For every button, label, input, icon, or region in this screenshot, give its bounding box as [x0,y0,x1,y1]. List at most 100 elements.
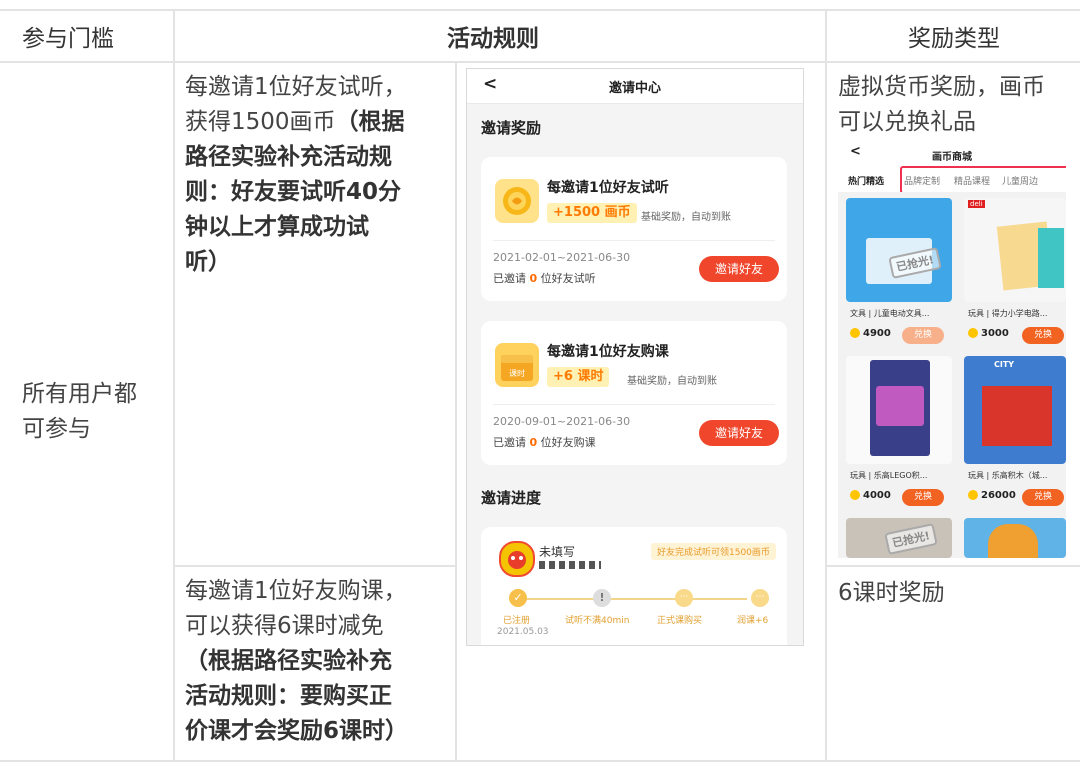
product-price: 3000 [968,328,1009,339]
product-name: 文具 | 儿童电动文具... [850,309,930,318]
card-title: 每邀请1位好友购课 [547,344,669,360]
product-name: 玩具 | 得力小学电路... [968,309,1048,318]
progress-track [517,598,747,600]
col-divider-3 [825,9,827,762]
card-date-range: 2020-09-01~2021-06-30 [493,415,631,428]
tab-hot[interactable]: 热门精选 [848,174,884,187]
coin-icon [850,490,860,500]
redeem-button[interactable]: 兑换 [1022,327,1064,344]
redeem-button[interactable]: 兑换 [1022,489,1064,506]
invited-count: 已邀请 0 位好友购课 [493,436,596,449]
product-grid: 已抢光! 文具 | 儿童电动文具... 4900 兑换 deli 玩具 | 得力… [838,192,1066,558]
brand-label: deli [968,200,985,208]
step-label: 润课+6 [737,616,769,626]
rule-line-bold: 活动规则：要购买正 [185,683,392,709]
col-divider-2 [455,62,457,762]
rule-trial-text: 每邀请1位好友试听， 获得1500画币（根据 路径实验补充活动规 则：好友要试听… [185,70,447,280]
header-reward-type: 奖励类型 [908,26,1000,52]
product-image[interactable]: deli [964,198,1066,302]
step-label: 试听不满40min [565,616,630,626]
threshold-text: 所有用户都 可参与 [22,377,137,447]
invite-center-screenshot: < 邀请中心 邀请奖励 每邀请1位好友试听 +1500 画币 基础奖励，自动到账… [466,68,804,646]
header-threshold: 参与门槛 [22,26,114,52]
rule-line: 每邀请1位好友试听， [185,74,407,100]
coin-icon [495,179,539,223]
coin-mall-screenshot: < 画币商城 热门精选 品牌定制 精品课程 儿童周边 已抢光! 文具 | 儿童电… [838,142,1066,558]
reward-virtual-currency: 虚拟货币奖励，画币 可以兑换礼品 [838,70,1074,140]
mall-title: 画币商城 [932,152,972,163]
lesson-reward-badge: +6 课时 [547,367,610,387]
step-done-icon: ✓ [509,589,527,607]
rule-line-bold: （根据路径实验补充 [185,648,392,674]
table-bottom-border [0,760,1080,762]
rule-purchase-text: 每邀请1位好友购课， 可以获得6课时减免 （根据路径实验补充 活动规则：要购买正… [185,574,447,749]
reward-line: 虚拟货币奖励，画币 [838,74,1045,100]
coin-icon [850,328,860,338]
reward-card-trial: 每邀请1位好友试听 +1500 画币 基础奖励，自动到账 2021-02-01~… [481,157,787,301]
section-invite-reward: 邀请奖励 [481,119,542,137]
lesson-box-icon: 课时 [495,343,539,387]
city-label: CITY [994,360,1015,369]
rule-bold-text: （根据 [335,109,405,135]
product-price: 4900 [850,328,891,339]
col-divider-1 [173,9,175,762]
friend-name: 未填写 [539,545,576,559]
product-box [982,386,1052,446]
row-divider-right [826,565,1080,567]
register-date: 2021.05.03 [497,627,549,637]
friend-id-masked [539,561,601,569]
rule-line: 每邀请1位好友购课， [185,578,407,604]
lesson-box-label: 课时 [509,368,525,378]
product-image[interactable] [846,356,952,464]
step-label: 正式课购买 [657,616,703,626]
step-label: 已注册 [503,616,531,626]
card-date-range: 2021-02-01~2021-06-30 [493,251,631,264]
reward-note: 基础奖励，自动到账 [641,212,731,223]
coin-icon [968,328,978,338]
step-warning-icon: ! [593,589,611,607]
avatar [499,541,535,577]
invite-progress-card: 未填写 好友完成试听可领1500画币 ✓ ! ··· ··· 已注册 试听不满4… [481,527,787,645]
rule-text: 获得1500画币 [185,109,336,135]
rule-line-bold: 钟以上才算成功试 [185,214,369,240]
card-divider [493,404,775,405]
reward-lesson-hours: 6课时奖励 [838,580,945,606]
progress-tag: 好友完成试听可领1500画币 [651,543,776,560]
highlight-box [900,166,1066,194]
step-pending-icon: ··· [751,589,769,607]
redeem-button[interactable]: 兑换 [902,489,944,506]
rule-line-bold: 价课才会奖励6课时） [185,718,409,744]
coin-reward-badge: +1500 画币 [547,203,637,223]
row-divider [174,565,456,567]
header-rules: 活动规则 [447,26,539,52]
step-pending-icon: ··· [675,589,693,607]
product-box [988,524,1038,558]
product-price: 4000 [850,490,891,501]
rule-line: 获得1500画币（根据 [185,105,447,140]
product-price: 26000 [968,490,1016,501]
card-divider [493,240,775,241]
reward-line: 可以兑换礼品 [838,109,976,135]
rule-line: 可以获得6课时减免 [185,613,384,639]
threshold-line: 所有用户都 [22,381,137,407]
product-image[interactable] [964,518,1066,558]
invite-friend-button[interactable]: 邀请好友 [699,256,779,282]
product-name: 玩具 | 乐高LEGO积... [850,471,928,480]
invited-count: 已邀请 0 位好友试听 [493,272,596,285]
reward-card-purchase: 课时 每邀请1位好友购课 +6 课时 基础奖励，自动到账 2020-09-01~… [481,321,787,465]
phone-title: 邀请中心 [608,81,661,96]
product-box [1038,228,1064,288]
invite-friend-button[interactable]: 邀请好友 [699,420,779,446]
card-title: 每邀请1位好友试听 [547,180,669,196]
redeem-button[interactable]: 兑换 [902,327,944,344]
coin-icon [968,490,978,500]
rule-line-bold: 则：好友要试听40分 [185,179,402,205]
rule-line-bold: 路径实验补充活动规 [185,144,392,170]
product-name: 玩具 | 乐高积木（城... [968,471,1048,480]
section-invite-progress: 邀请进度 [481,489,542,507]
rule-line-bold: 听） [185,249,231,275]
phone-navbar: < 邀请中心 [467,69,803,104]
product-image[interactable]: CITY [964,356,1066,464]
reward-note: 基础奖励，自动到账 [627,376,717,387]
threshold-line: 可参与 [22,416,91,442]
